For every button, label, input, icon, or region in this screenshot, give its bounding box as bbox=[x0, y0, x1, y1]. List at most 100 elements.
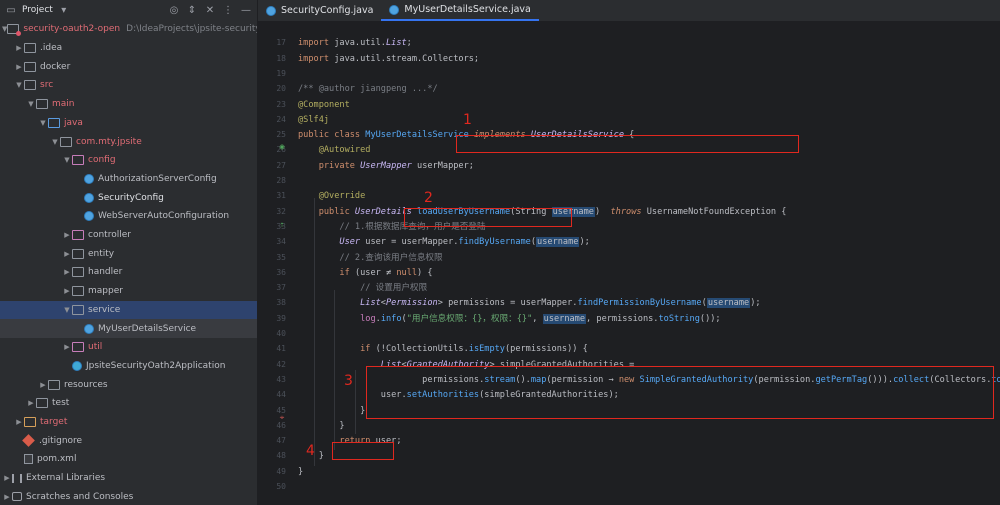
tree-item[interactable]: ▶ docker bbox=[0, 57, 257, 76]
close-icon[interactable]: ✕ bbox=[203, 3, 217, 17]
chevron-right-icon[interactable]: ▶ bbox=[14, 44, 24, 52]
chevron-right-icon[interactable]: ▶ bbox=[26, 399, 36, 407]
annotation-number-1: 1 bbox=[463, 112, 472, 128]
line-number: 27 bbox=[276, 160, 286, 170]
tree-item[interactable]: ▼ service bbox=[0, 300, 257, 320]
line-number: 35 bbox=[276, 252, 286, 262]
source-folder-icon bbox=[48, 117, 60, 128]
tree-item[interactable]: ▶ resources bbox=[0, 375, 257, 394]
tree-item[interactable]: ▶ .idea bbox=[0, 39, 257, 58]
chevron-down-icon[interactable]: ▼ bbox=[14, 81, 24, 89]
override-gutter-icon[interactable]: ⇡ bbox=[275, 216, 289, 232]
tree-item[interactable]: ▶ handler bbox=[0, 263, 257, 282]
tree-item[interactable]: ▼ src bbox=[0, 76, 257, 95]
tree-item-label: service bbox=[88, 304, 121, 315]
tree-item[interactable]: JpsiteSecurityOath2Application bbox=[0, 357, 257, 376]
code-token: findByUsername bbox=[458, 237, 531, 248]
tree-item[interactable]: .gitignore bbox=[0, 431, 257, 450]
annotation-number-3: 3 bbox=[344, 373, 353, 389]
tree-item[interactable]: ▶ controller bbox=[0, 226, 257, 245]
chevron-down-icon[interactable]: ▼ bbox=[38, 119, 48, 127]
tree-item[interactable]: ▶ util bbox=[0, 338, 257, 357]
hide-icon[interactable]: — bbox=[239, 3, 253, 17]
code-line: public class MyUserDetailsService implem… bbox=[298, 127, 634, 143]
code-line: List<GrantedAuthority> simpleGrantedAuth… bbox=[298, 357, 635, 373]
tab-security-config[interactable]: SecurityConfig.java bbox=[258, 0, 381, 21]
code-token: @Slf4j bbox=[298, 114, 330, 125]
tree-item[interactable]: ▶ test bbox=[0, 394, 257, 413]
line-number: 40 bbox=[276, 329, 286, 338]
line-number bbox=[258, 22, 296, 36]
bean-gutter-icon[interactable]: ◉ bbox=[275, 138, 289, 154]
line-number: 43 bbox=[276, 374, 286, 384]
tree-item[interactable]: ▶ Scratches and Consoles bbox=[0, 488, 257, 505]
code-token: "用户信息权限：{}，权限：{}" bbox=[406, 313, 533, 324]
tree-item[interactable]: ▶ entity bbox=[0, 244, 257, 263]
bookmark-gutter-icon[interactable]: ⌖ bbox=[275, 410, 289, 426]
code-token: java.util. bbox=[334, 38, 386, 49]
gitignore-icon bbox=[22, 434, 35, 448]
tree-item[interactable]: AuthorizationServerConfig bbox=[0, 170, 257, 189]
code-token: public class bbox=[298, 130, 366, 141]
tree-item[interactable]: ▼ security-oauth2-open D:\IdeaProjects\jps… bbox=[0, 20, 257, 39]
code-token: if bbox=[360, 344, 376, 355]
chevron-down-icon[interactable]: ▾ bbox=[57, 3, 71, 17]
chevron-right-icon[interactable]: ▶ bbox=[62, 250, 72, 258]
folder-icon bbox=[48, 379, 60, 390]
code-token: UserMapper bbox=[360, 160, 418, 171]
code-line: } bbox=[298, 403, 365, 419]
chevron-right-icon[interactable]: ▶ bbox=[38, 381, 48, 389]
folder-icon bbox=[72, 267, 84, 278]
chevron-down-icon[interactable]: ▼ bbox=[50, 138, 60, 146]
code-token: (Collectors. bbox=[929, 374, 992, 385]
tree-item[interactable]: ▼ com.mty.jpsite bbox=[0, 132, 257, 151]
tree-item-label: Scratches and Consoles bbox=[26, 491, 134, 502]
chevron-right-icon[interactable]: ▶ bbox=[62, 268, 72, 276]
folder-icon: ▭ bbox=[6, 4, 16, 16]
annotation-number-4: 4 bbox=[306, 443, 315, 459]
chevron-right-icon[interactable]: ▶ bbox=[62, 343, 72, 351]
code-token: if bbox=[339, 267, 355, 278]
tab-label: SecurityConfig.java bbox=[281, 5, 374, 16]
tree-item[interactable]: ▼ main bbox=[0, 95, 257, 114]
code-token: stream bbox=[484, 374, 516, 385]
chevron-right-icon[interactable]: ▶ bbox=[2, 493, 12, 501]
folder-icon bbox=[24, 43, 36, 54]
code-token: toList bbox=[991, 374, 1000, 385]
tree-item[interactable]: ▶ target bbox=[0, 413, 257, 432]
project-panel-title[interactable]: Project bbox=[22, 5, 53, 15]
more-icon[interactable]: ⋮ bbox=[221, 3, 235, 17]
package-folder-icon bbox=[72, 342, 84, 353]
tree-item[interactable]: MyUserDetailsService bbox=[0, 319, 257, 338]
tree-item[interactable]: ▶ External Libraries bbox=[0, 469, 257, 488]
chevron-down-icon[interactable]: ▼ bbox=[62, 306, 72, 314]
library-icon bbox=[12, 473, 22, 483]
tree-item[interactable]: pom.xml bbox=[0, 450, 257, 469]
code-editor[interactable]: 17 import java.util.List; 18 import java.ut… bbox=[258, 22, 1000, 505]
tree-item[interactable]: WebServerAutoConfiguration bbox=[0, 207, 257, 226]
tree-item[interactable]: ▶ mapper bbox=[0, 282, 257, 301]
tree-item[interactable]: SecurityConfig bbox=[0, 188, 257, 207]
chevron-right-icon[interactable]: ▶ bbox=[2, 474, 12, 482]
collapse-all-icon[interactable]: ⇕ bbox=[185, 3, 199, 17]
code-token: (permission. bbox=[753, 374, 816, 385]
code-token: @Autowired bbox=[318, 145, 371, 156]
code-token: , permissions. bbox=[586, 313, 659, 324]
chevron-right-icon[interactable]: ▶ bbox=[14, 418, 24, 426]
chevron-down-icon[interactable]: ▼ bbox=[26, 100, 36, 108]
code-token: private bbox=[318, 160, 361, 171]
tree-item-label: main bbox=[52, 99, 75, 110]
tree-item[interactable]: ▼ config bbox=[0, 151, 257, 170]
chevron-right-icon[interactable]: ▶ bbox=[62, 231, 72, 239]
tab-my-user-details-service[interactable]: MyUserDetailsService.java bbox=[381, 0, 539, 21]
code-token: loadUserByUsername bbox=[417, 206, 511, 217]
chevron-right-icon[interactable]: ▶ bbox=[62, 287, 72, 295]
tree-item[interactable]: ▼ java bbox=[0, 114, 257, 133]
chevron-down-icon[interactable]: ▼ bbox=[62, 156, 72, 164]
locate-icon[interactable]: ◎ bbox=[167, 3, 181, 17]
chevron-right-icon[interactable]: ▶ bbox=[14, 63, 24, 71]
code-line: user.setAuthorities(simpleGrantedAuthori… bbox=[298, 387, 619, 403]
